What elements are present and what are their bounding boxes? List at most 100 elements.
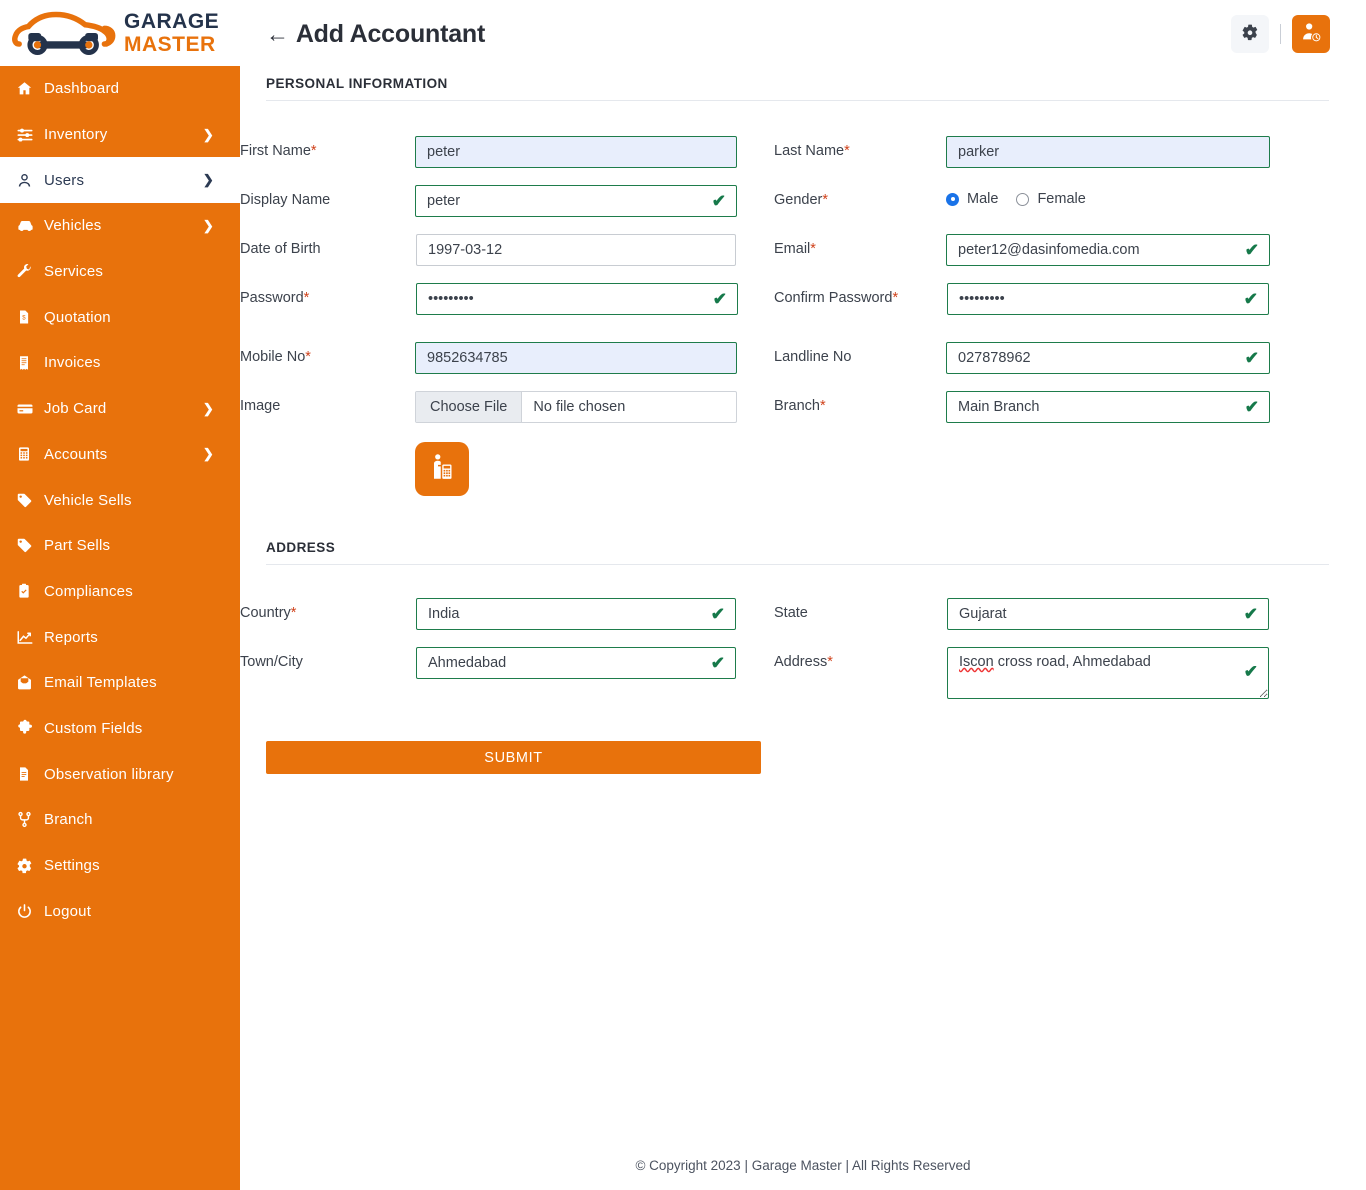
field-first-name: First Name* — [240, 136, 774, 168]
mobile-input[interactable] — [415, 342, 737, 374]
mail-open-icon — [16, 674, 42, 691]
chevron-right-icon: ❯ — [202, 217, 214, 233]
clipboard-check-icon — [16, 583, 42, 599]
section-title-personal: PERSONAL INFORMATION — [266, 76, 448, 91]
back-arrow-icon[interactable]: ← — [266, 21, 289, 48]
chevron-right-icon: ❯ — [202, 400, 214, 416]
accountant-profile-button[interactable] — [1292, 15, 1330, 53]
sidebar-item-settings[interactable]: Settings — [0, 843, 240, 889]
avatar-preview — [415, 442, 469, 496]
email-input[interactable] — [946, 234, 1270, 266]
field-town-city: Town/City ✔ — [240, 647, 774, 704]
chart-line-icon — [16, 628, 42, 646]
brand-line-1: GARAGE — [124, 10, 220, 33]
gender-male-label: Male — [967, 191, 999, 207]
card-icon — [16, 400, 42, 418]
sidebar-item-label: Email Templates — [44, 674, 157, 692]
country-valid-icon: ✔ — [710, 604, 725, 624]
settings-button[interactable] — [1231, 15, 1269, 53]
sidebar-item-reports[interactable]: Reports — [0, 614, 240, 660]
submit-button[interactable]: SUBMIT — [266, 741, 761, 774]
brand-wordmark: GARAGE MASTER — [124, 11, 219, 55]
branch-icon — [16, 811, 42, 828]
sidebar-item-label: Invoices — [44, 354, 101, 372]
field-password: Password* ✔ — [240, 283, 774, 315]
landline-label: Landline No — [774, 349, 852, 365]
sidebar-item-observation-library[interactable]: Observation library — [0, 751, 240, 797]
gear-icon — [1241, 23, 1259, 46]
car-wrench-logo-icon — [10, 7, 120, 59]
radio-male-indicator — [946, 192, 959, 206]
field-image: Image Choose File No file chosen — [240, 391, 774, 496]
dob-input[interactable] — [416, 234, 736, 266]
field-gender: Gender* Male Female — [774, 185, 1308, 217]
last-name-input[interactable] — [946, 136, 1270, 168]
sidebar-item-branch[interactable]: Branch — [0, 797, 240, 843]
form-row-image-branch: Image Choose File No file chosen Branch*… — [240, 391, 1366, 496]
footer: © Copyright 2023 | Garage Master | All R… — [240, 1158, 1366, 1173]
sidebar-item-compliances[interactable]: Compliances — [0, 569, 240, 615]
sidebar-item-inventory[interactable]: Inventory ❯ — [0, 112, 240, 158]
confirm-password-valid-icon: ✔ — [1243, 289, 1258, 309]
form-row-country-state: Country* ✔ State ✔ — [240, 598, 1366, 630]
field-landline: Landline No ✔ — [774, 342, 1308, 374]
sidebar-item-accounts[interactable]: Accounts ❯ — [0, 432, 240, 478]
sidebar-item-logout[interactable]: Logout — [0, 888, 240, 934]
car-icon — [16, 216, 42, 235]
gender-option-male[interactable]: Male — [946, 191, 998, 207]
quote-doc-icon: $ — [16, 309, 42, 325]
sidebar-item-quotation[interactable]: $ Quotation — [0, 294, 240, 340]
gear-icon — [16, 857, 42, 874]
field-address: Address* Iscon cross road, Ahmedabad ✔ — [774, 647, 1308, 704]
image-file-input[interactable]: Choose File No file chosen — [415, 391, 737, 423]
sidebar-item-invoices[interactable]: Invoices — [0, 340, 240, 386]
landline-input[interactable] — [946, 342, 1270, 374]
sidebar-item-label: Job Card — [44, 400, 107, 418]
choose-file-button[interactable]: Choose File — [416, 392, 523, 422]
password-label: Password* — [240, 290, 310, 306]
sidebar-item-label: Reports — [44, 628, 98, 646]
calculator-icon — [16, 446, 42, 462]
section-title-address: ADDRESS — [266, 540, 336, 555]
confirm-password-input[interactable] — [947, 283, 1269, 315]
state-label: State — [774, 605, 808, 621]
sidebar-item-label: Vehicle Sells — [44, 491, 132, 509]
header-divider — [1280, 24, 1281, 44]
receipt-icon — [16, 355, 42, 371]
user-clock-icon — [1300, 21, 1322, 48]
wrench-icon — [16, 263, 42, 280]
town-city-input[interactable] — [416, 647, 736, 679]
branch-input[interactable] — [946, 391, 1270, 423]
password-input[interactable] — [416, 283, 738, 315]
sidebar-item-services[interactable]: Services — [0, 249, 240, 295]
state-input[interactable] — [947, 598, 1269, 630]
address-textarea[interactable] — [947, 647, 1269, 699]
sliders-icon — [16, 126, 42, 144]
power-icon — [16, 903, 42, 920]
first-name-input[interactable] — [415, 136, 737, 168]
sidebar-nav: Dashboard Inventory ❯ Users ❯ Vehicles ❯ Servic… — [0, 66, 240, 934]
puzzle-icon — [16, 719, 42, 737]
town-city-valid-icon: ✔ — [710, 653, 725, 673]
sidebar-item-vehicle-sells[interactable]: Vehicle Sells — [0, 477, 240, 523]
display-name-input[interactable] — [415, 185, 737, 217]
sidebar-item-label: Quotation — [44, 308, 111, 326]
gender-option-female[interactable]: Female — [1016, 191, 1086, 207]
sidebar-item-part-sells[interactable]: Part Sells — [0, 523, 240, 569]
country-input[interactable] — [416, 598, 736, 630]
field-last-name: Last Name* — [774, 136, 1308, 168]
sidebar-item-label: Compliances — [44, 582, 133, 600]
section-divider-address — [266, 564, 1329, 565]
field-branch: Branch* ✔ — [774, 391, 1308, 496]
sidebar-item-dashboard[interactable]: Dashboard — [0, 66, 240, 112]
sidebar-item-users[interactable]: Users ❯ — [0, 157, 240, 204]
display-name-valid-icon: ✔ — [711, 191, 726, 211]
main-content: PERSONAL INFORMATION First Name* Last Na… — [240, 68, 1366, 1190]
address-label: Address* — [774, 654, 833, 670]
sidebar-item-email-templates[interactable]: Email Templates — [0, 660, 240, 706]
chevron-right-icon: ❯ — [202, 172, 214, 188]
sidebar-item-vehicles[interactable]: Vehicles ❯ — [0, 203, 240, 249]
sidebar-item-custom-fields[interactable]: Custom Fields — [0, 706, 240, 752]
brand-logo[interactable]: GARAGE MASTER — [0, 0, 240, 66]
sidebar-item-job-card[interactable]: Job Card ❯ — [0, 386, 240, 432]
